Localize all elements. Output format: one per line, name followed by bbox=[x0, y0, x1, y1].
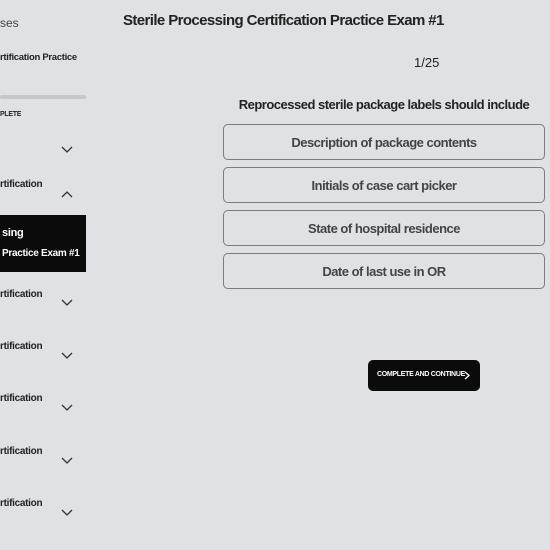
progress-label-text: PLETE bbox=[0, 111, 22, 118]
section-label: rtification bbox=[0, 498, 43, 509]
section-label: rtification bbox=[0, 446, 43, 457]
section-label: rtification bbox=[0, 289, 43, 300]
active-lesson-line2: Practice Exam #1 bbox=[2, 248, 80, 259]
complete-and-continue-button[interactable]: COMPLETE AND CONTINUE bbox=[368, 360, 480, 391]
button-label: COMPLETE AND CONTINUE bbox=[377, 371, 465, 378]
answer-option[interactable]: State of hospital residence bbox=[223, 210, 545, 246]
chevron-down-icon[interactable] bbox=[61, 509, 73, 519]
chevron-down-icon[interactable] bbox=[61, 352, 73, 362]
course-title: rtification Practice bbox=[0, 52, 77, 63]
progress-bar bbox=[0, 95, 86, 99]
answer-option[interactable]: Date of last use in OR bbox=[223, 253, 545, 289]
active-lesson-line1: sing bbox=[2, 227, 24, 239]
back-to-courses-link[interactable]: ses bbox=[0, 16, 19, 30]
chevron-down-icon[interactable] bbox=[61, 299, 73, 309]
question-text-span: Reprocessed sterile package labels shoul… bbox=[238, 97, 530, 112]
chevron-right-icon bbox=[464, 371, 470, 380]
page-title-text: Sterile Processing Certification Practic… bbox=[123, 12, 444, 29]
chevron-down-icon[interactable] bbox=[61, 457, 73, 467]
section-label: rtification bbox=[0, 341, 43, 352]
page-title: Sterile Processing Certification Practic… bbox=[123, 12, 444, 29]
progress-label: PLETE bbox=[0, 111, 21, 118]
course-title-text: rtification Practice bbox=[0, 52, 77, 63]
option-label: State of hospital residence bbox=[308, 221, 460, 236]
active-lesson[interactable]: sing Practice Exam #1 bbox=[0, 215, 86, 272]
option-label: Date of last use in OR bbox=[322, 264, 446, 279]
answer-option[interactable]: Description of package contents bbox=[223, 124, 545, 160]
question-counter: 1/25 bbox=[414, 55, 440, 70]
answer-option[interactable]: Initials of case cart picker bbox=[223, 167, 545, 203]
option-label: Initials of case cart picker bbox=[311, 178, 457, 193]
section-label: rtification bbox=[0, 393, 43, 404]
option-label: Description of package contents bbox=[291, 135, 477, 150]
back-link-text: ses bbox=[0, 16, 19, 30]
chevron-up-icon[interactable] bbox=[61, 190, 73, 200]
chevron-down-icon[interactable] bbox=[61, 146, 73, 156]
sidebar: ses rtification Practice PLETE rtificati… bbox=[0, 0, 88, 550]
chevron-down-icon[interactable] bbox=[61, 404, 73, 414]
section-label: rtification bbox=[0, 179, 43, 190]
question-text: Reprocessed sterile package labels shoul… bbox=[223, 97, 545, 112]
